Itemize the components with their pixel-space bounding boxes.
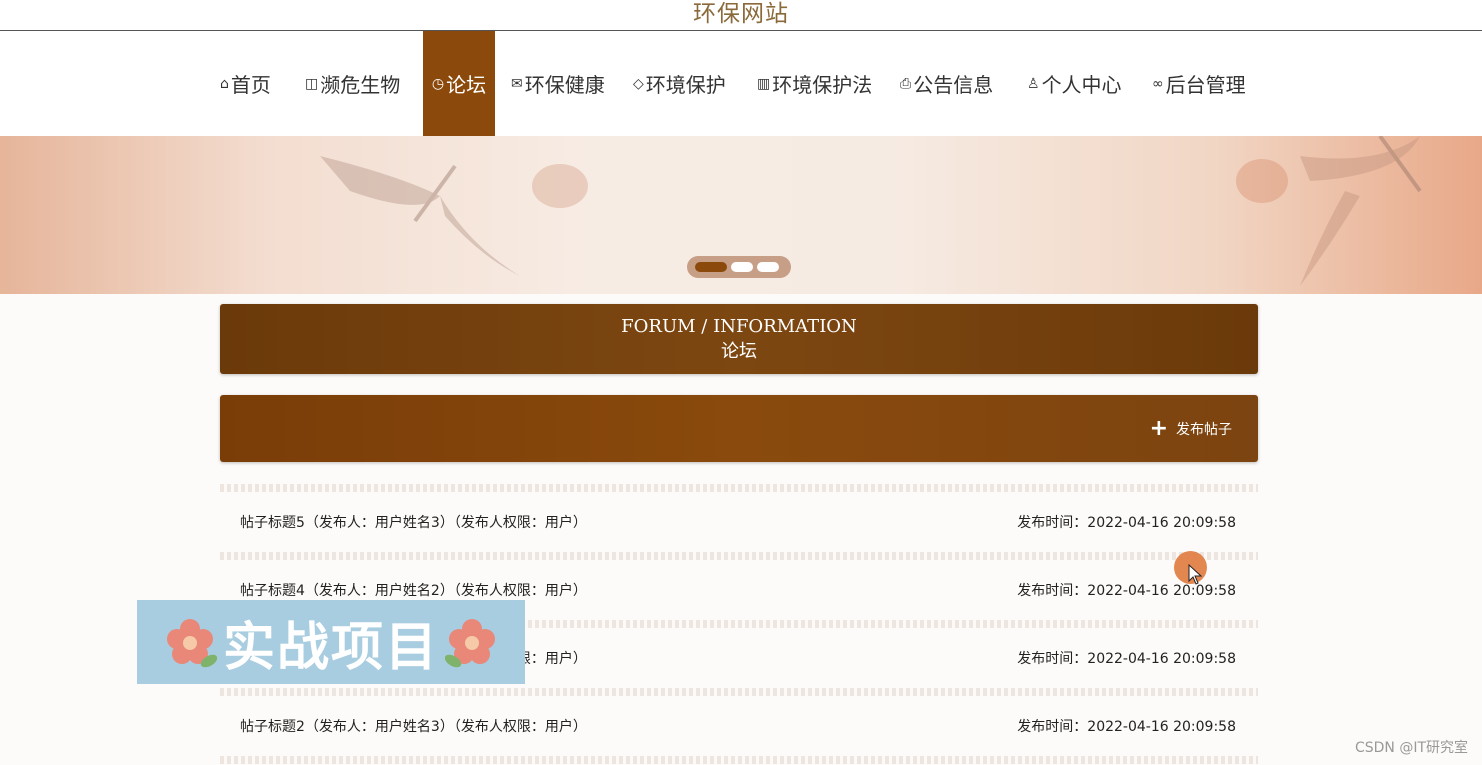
building-icon: ▥	[757, 75, 771, 92]
post-time: 发布时间：2022-04-16 20:09:58	[1017, 515, 1236, 531]
carousel-dot-3[interactable]	[757, 262, 779, 272]
home-icon: ⌂	[220, 75, 229, 92]
flower-icon	[445, 619, 495, 668]
forum-heading-zh: 论坛	[721, 341, 757, 362]
nav-item-admin[interactable]: ∞ 后台管理	[1152, 31, 1246, 136]
user-icon: ♙	[1027, 75, 1040, 92]
printer-icon: ⎙	[900, 75, 912, 92]
post-row[interactable]: 帖子标题2（发布人：用户姓名3）（发布人权限：用户） 发布时间：2022-04-…	[220, 696, 1258, 756]
site-title: 环保网站	[693, 1, 789, 27]
nav-item-profile[interactable]: ♙ 个人中心	[1027, 31, 1122, 136]
forum-heading-en: FORUM / INFORMATION	[621, 316, 857, 337]
row-divider	[220, 484, 1258, 492]
post-title[interactable]: 帖子标题4（发布人：用户姓名2）（发布人权限：用户）	[240, 580, 587, 600]
watermark: CSDN @IT研究室	[1354, 740, 1468, 756]
link-icon: ∞	[1152, 75, 1164, 92]
nav-item-law[interactable]: ▥ 环境保护法	[757, 31, 872, 136]
binoculars-icon: ◫	[305, 75, 319, 92]
overlay-text: 实战项目	[222, 617, 439, 678]
new-post-button[interactable]: + 发布帖子	[1149, 416, 1232, 441]
mail-icon: ✉	[511, 75, 523, 92]
post-time: 发布时间：2022-04-16 20:09:58	[1017, 651, 1236, 667]
carousel-indicators	[687, 256, 791, 278]
main-nav: ⌂ 首页 ◫ 濒危生物 ◷ 论坛 ✉ 环保健康 ◇ 环境保护 ▥ 环境保护法 ⎙ 公告信息 ♙…	[0, 31, 1482, 136]
forum-action-bar: + 发布帖子	[220, 395, 1258, 462]
tag-icon: ◇	[633, 75, 644, 92]
carousel-dot-1[interactable]	[695, 262, 727, 272]
nav-item-endangered[interactable]: ◫ 濒危生物	[305, 31, 400, 136]
site-title-bar: 环保网站	[0, 0, 1482, 31]
row-divider	[220, 688, 1258, 696]
project-overlay-label: 实战项目	[137, 600, 525, 684]
nav-item-home[interactable]: ⌂ 首页	[220, 31, 271, 136]
nav-item-notice[interactable]: ⎙ 公告信息	[900, 31, 993, 136]
plus-icon: +	[1149, 416, 1168, 441]
post-time: 发布时间：2022-04-16 20:09:58	[1017, 719, 1236, 735]
row-divider	[220, 552, 1258, 560]
flower-icon	[166, 619, 217, 668]
row-divider	[220, 756, 1258, 764]
post-row[interactable]: 帖子标题5（发布人：用户姓名3）（发布人权限：用户） 发布时间：2022-04-…	[220, 492, 1258, 552]
clock-icon: ◷	[431, 75, 445, 92]
nav-item-protection[interactable]: ◇ 环境保护	[633, 31, 726, 136]
nav-item-health[interactable]: ✉ 环保健康	[511, 31, 605, 136]
carousel-dot-2[interactable]	[731, 262, 753, 272]
post-title[interactable]: 帖子标题2（发布人：用户姓名3）（发布人权限：用户）	[240, 716, 587, 736]
mouse-cursor-icon	[1188, 564, 1203, 585]
post-title[interactable]: 帖子标题5（发布人：用户姓名3）（发布人权限：用户）	[240, 512, 587, 532]
nav-item-forum[interactable]: ◷ 论坛	[423, 31, 495, 136]
forum-heading: FORUM / INFORMATION 论坛	[220, 304, 1258, 374]
